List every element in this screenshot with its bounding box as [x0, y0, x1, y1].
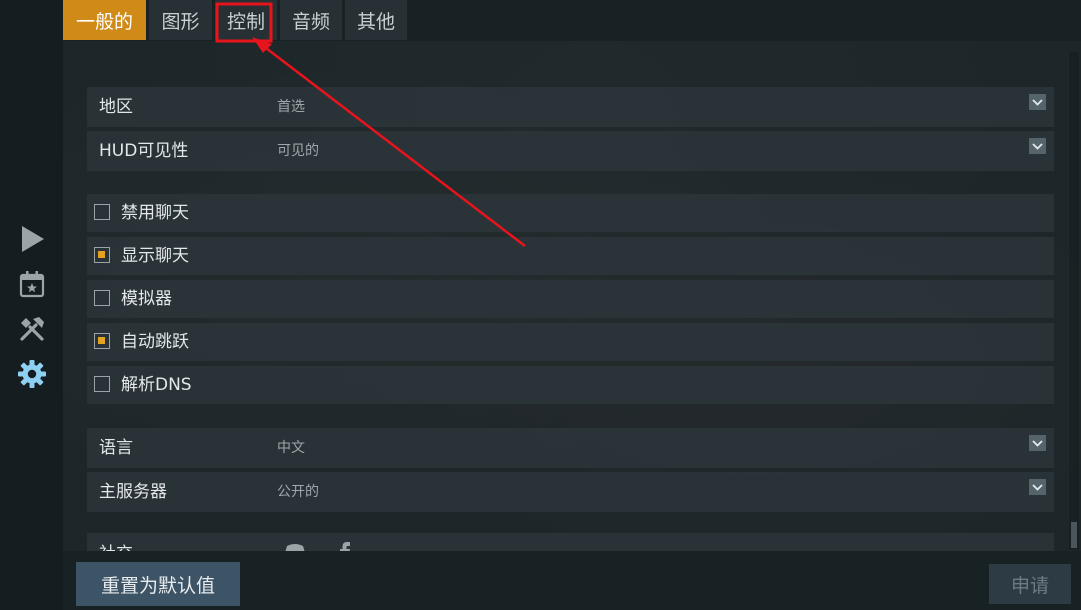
disable-chat-checkbox[interactable]: [94, 204, 110, 220]
master-server-label: 主服务器: [99, 482, 167, 502]
auto-jump-label: 自动跳跃: [121, 332, 189, 352]
tab-graphics[interactable]: 图形: [149, 0, 212, 40]
tools-icon[interactable]: [15, 312, 49, 346]
auto-jump-option[interactable]: 自动跳跃: [87, 323, 1054, 361]
disable-chat-option[interactable]: 禁用聊天: [87, 194, 1054, 232]
bottom-bar: 重置为默认值 申请: [63, 551, 1081, 610]
region-label: 地区: [99, 97, 133, 117]
tab-general[interactable]: 一般的: [63, 0, 146, 40]
language-value: 中文: [277, 440, 305, 456]
tab-audio[interactable]: 音频: [280, 0, 342, 40]
language-label: 语言: [99, 438, 133, 458]
master-server-setting[interactable]: 主服务器 公开的: [87, 472, 1054, 512]
apply-button[interactable]: 申请: [989, 564, 1071, 604]
chevron-down-icon[interactable]: [1029, 479, 1046, 495]
calendar-star-icon[interactable]: [15, 267, 49, 301]
chevron-down-icon[interactable]: [1029, 94, 1046, 110]
scrollbar[interactable]: [1069, 52, 1079, 550]
hud-visibility-label: HUD可见性: [99, 141, 189, 161]
show-chat-option[interactable]: 显示聊天: [87, 237, 1054, 275]
chevron-down-icon[interactable]: [1029, 435, 1046, 451]
resolve-dns-label: 解析DNS: [121, 375, 192, 395]
chevron-down-icon[interactable]: [1029, 138, 1046, 154]
show-chat-checkbox[interactable]: [94, 247, 110, 263]
discord-icon[interactable]: [283, 543, 307, 551]
disable-chat-label: 禁用聊天: [121, 203, 189, 223]
tab-bar: 一般的 图形 控制 音频 其他: [63, 0, 1081, 41]
tab-other[interactable]: 其他: [345, 0, 407, 40]
emulator-option[interactable]: 模拟器: [87, 280, 1054, 318]
resolve-dns-checkbox[interactable]: [94, 376, 110, 392]
reset-defaults-button[interactable]: 重置为默认值: [76, 562, 240, 606]
hud-visibility-value: 可见的: [277, 143, 319, 159]
auto-jump-checkbox[interactable]: [94, 333, 110, 349]
game-settings-screen: 一般的 图形 控制 音频 其他 地区 首选 HUD可见性 可见的 禁用聊天 显示…: [0, 0, 1081, 610]
scrollbar-thumb[interactable]: [1071, 522, 1077, 548]
emulator-label: 模拟器: [121, 289, 172, 309]
settings-panel: 地区 首选 HUD可见性 可见的 禁用聊天 显示聊天 模拟器 自动跳跃 解析DN…: [63, 41, 1081, 551]
sidebar: [0, 0, 63, 610]
social-label: 社交: [99, 539, 133, 551]
tab-controls[interactable]: 控制: [215, 0, 277, 40]
social-row: 社交: [87, 533, 1054, 551]
region-value: 首选: [277, 99, 305, 115]
facebook-icon[interactable]: [339, 542, 351, 551]
resolve-dns-option[interactable]: 解析DNS: [87, 366, 1054, 404]
region-setting[interactable]: 地区 首选: [87, 87, 1054, 127]
emulator-checkbox[interactable]: [94, 290, 110, 306]
hud-visibility-setting[interactable]: HUD可见性 可见的: [87, 131, 1054, 171]
play-icon[interactable]: [15, 222, 49, 256]
language-setting[interactable]: 语言 中文: [87, 428, 1054, 468]
master-server-value: 公开的: [277, 484, 319, 500]
gear-icon[interactable]: [15, 357, 49, 391]
show-chat-label: 显示聊天: [121, 246, 189, 266]
